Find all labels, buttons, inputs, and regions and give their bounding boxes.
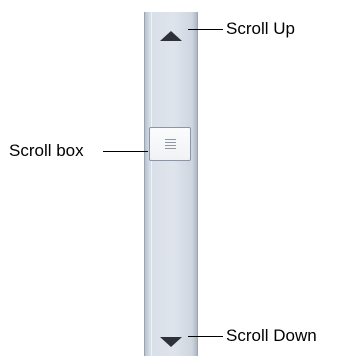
scroll-up-leader-line — [188, 29, 223, 30]
grip-line — [165, 148, 176, 149]
grip-line — [165, 142, 176, 143]
scroll-box-label: Scroll box — [9, 141, 84, 160]
scroll-up-label: Scroll Up — [226, 19, 295, 38]
grip-line — [165, 139, 176, 140]
scroll-down-arrow-icon[interactable] — [160, 337, 182, 347]
scroll-down-leader-line — [188, 336, 223, 337]
scroll-down-label: Scroll Down — [226, 326, 317, 345]
grip-line — [165, 145, 176, 146]
vertical-scrollbar[interactable] — [144, 12, 198, 356]
scroll-up-arrow-icon[interactable] — [160, 31, 182, 41]
scroll-box-leader-line — [103, 151, 148, 152]
scroll-box-thumb[interactable] — [149, 127, 191, 161]
track-highlight — [151, 12, 152, 356]
